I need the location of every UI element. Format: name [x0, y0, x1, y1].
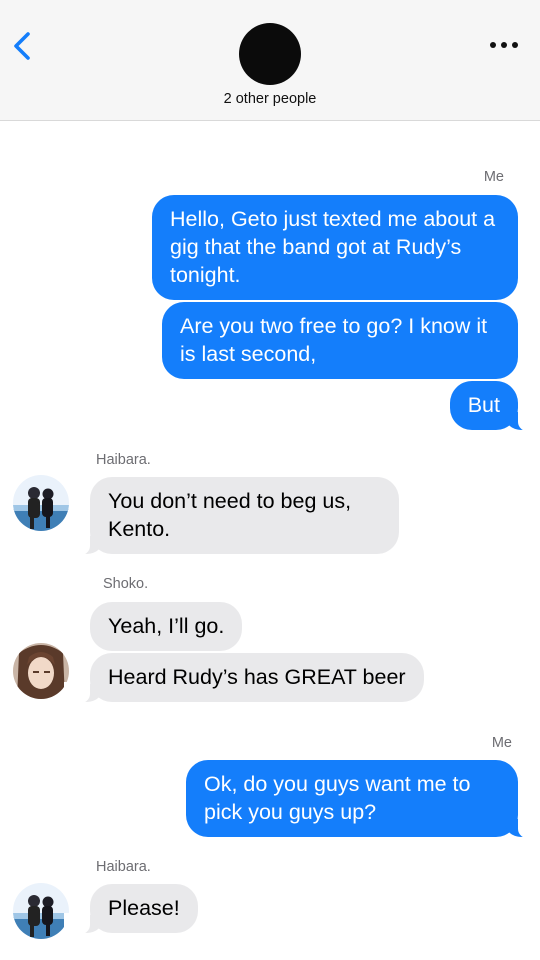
shoko-avatar[interactable]: [13, 643, 69, 699]
message-thread[interactable]: Me Hello, Geto just texted me about a gi…: [0, 121, 540, 960]
sender-label-me: Me: [491, 735, 512, 751]
sender-label-haibara: Haibara.: [96, 859, 151, 875]
group-avatar[interactable]: [239, 23, 301, 85]
message-text: You don’t need to beg us, Kento.: [108, 489, 352, 541]
message-bubble[interactable]: You don’t need to beg us, Kento.: [64, 477, 399, 556]
group-subtitle[interactable]: 2 other people: [0, 91, 540, 107]
back-button[interactable]: [8, 28, 38, 64]
haibara-avatar[interactable]: [13, 883, 69, 939]
message-text: Hello, Geto just texted me about a gig t…: [170, 207, 496, 287]
message-bubble[interactable]: Heard Rudy’s has GREAT beer: [64, 653, 424, 704]
haibara-avatar[interactable]: [13, 475, 69, 531]
message-bubble[interactable]: Hello, Geto just texted me about a gig t…: [152, 195, 518, 300]
message-bubble[interactable]: Are you two free to go? I know it is las…: [162, 302, 518, 379]
message-text: Are you two free to go? I know it is las…: [180, 314, 488, 366]
sender-label-shoko: Shoko.: [103, 576, 149, 592]
message-text: Ok, do you guys want me to pick you guys…: [204, 772, 471, 824]
message-bubble[interactable]: Please!: [64, 884, 198, 935]
message-text: Heard Rudy’s has GREAT beer: [108, 665, 406, 689]
sender-label-haibara: Haibara.: [96, 452, 151, 468]
more-button[interactable]: [490, 38, 520, 54]
chevron-left-icon: [14, 32, 30, 60]
conversation-header: 2 other people: [0, 0, 540, 121]
ellipsis-dot: [501, 42, 507, 48]
message-bubble[interactable]: Yeah, I’ll go.: [90, 602, 243, 651]
message-text: But: [467, 393, 500, 417]
message-text: Yeah, I’ll go.: [108, 614, 225, 638]
ellipsis-dot: [512, 42, 518, 48]
message-text: Please!: [108, 896, 180, 920]
ellipsis-icon: [490, 42, 496, 48]
sender-label-me: Me: [483, 169, 504, 185]
message-bubble[interactable]: Ok, do you guys want me to pick you guys…: [186, 760, 540, 839]
message-bubble[interactable]: But: [449, 381, 540, 432]
